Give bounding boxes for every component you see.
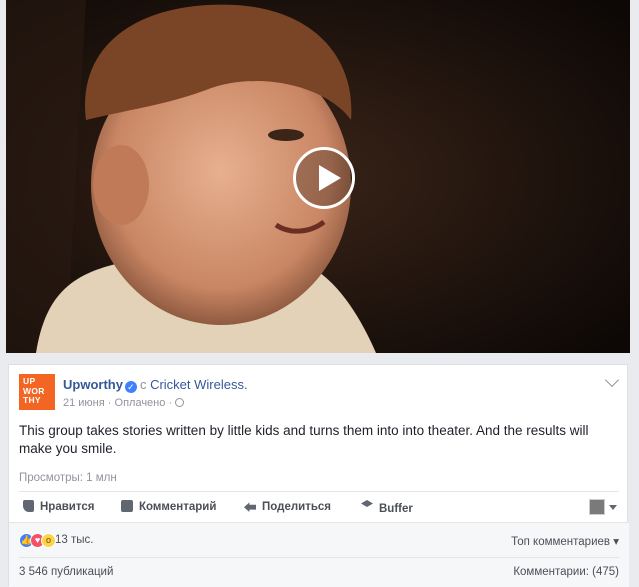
meta-separator: · [107,397,112,409]
partner-link[interactable]: Cricket Wireless. [150,377,248,392]
view-count: Просмотры: 1 млн [19,472,117,484]
divider [19,491,619,492]
logo-line: THY [23,395,41,405]
like-label: Нравится [40,501,95,513]
post-header: Upworthy ✓ с Cricket Wireless. [63,377,248,393]
page-logo[interactable]: UP WOR THY [19,374,55,410]
post-card: UP WOR THY Upworthy ✓ с Cricket Wireless. … [8,364,629,587]
buffer-label: Buffer [379,503,413,515]
post-footer: 👍 ♥ o 13 тыс. Топ комментариев ▾ 3 546 п… [9,522,629,587]
caret-down-icon [609,505,617,510]
wow-reaction-icon: o [41,533,56,548]
play-icon[interactable] [293,147,355,209]
comment-label: Комментарий [139,501,217,513]
post-meta: 21 июня · Оплачено · [63,397,185,409]
with-text: с [139,377,147,392]
thumbs-up-icon [23,500,34,512]
sponsored-label: Оплачено [114,397,166,409]
reaction-count[interactable]: 13 тыс. [55,534,93,546]
avatar [589,499,605,515]
post-date[interactable]: 21 июня [63,397,105,409]
shares-link[interactable]: 3 546 публикаций [19,566,113,578]
top-comments-dropdown[interactable]: Топ комментариев ▾ [511,534,619,548]
post-text: This group takes stories written by litt… [19,423,589,456]
caret-down-icon: ▾ [613,536,619,548]
share-icon [244,502,256,512]
comment-button[interactable]: Комментарий [121,500,216,513]
action-bar: Нравится Комментарий Поделиться Buffer [19,493,619,521]
buffer-icon [361,500,373,507]
chevron-down-icon[interactable] [604,372,620,388]
video-player[interactable] [6,0,630,353]
divider [19,557,619,558]
share-label: Поделиться [262,501,332,513]
post-as-selector[interactable] [589,499,619,515]
comment-icon [121,500,133,512]
like-button[interactable]: Нравится [23,500,94,513]
top-comments-label: Топ комментариев [511,536,611,548]
page-name-link[interactable]: Upworthy [63,377,123,392]
comments-count-link[interactable]: Комментарии: (475) [513,566,619,578]
share-button[interactable]: Поделиться [244,500,331,513]
verified-badge-icon: ✓ [124,381,137,393]
buffer-button[interactable]: Buffer [361,500,413,515]
meta-separator: · [168,397,173,409]
globe-icon[interactable] [175,398,185,407]
